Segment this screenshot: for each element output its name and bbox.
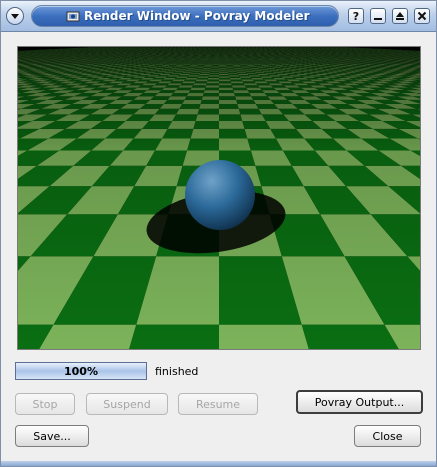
window-menu-button[interactable] — [6, 7, 24, 25]
render-window: Render Window - Povray Modeler ? 100% fi… — [0, 0, 437, 467]
help-label: ? — [352, 9, 360, 23]
rendered-scene — [18, 47, 420, 349]
help-button[interactable]: ? — [348, 8, 364, 24]
maximize-icon — [396, 12, 404, 20]
maximize-button[interactable] — [392, 8, 408, 24]
title-bar[interactable]: Render Window - Povray Modeler ? — [1, 1, 436, 32]
close-window-button[interactable] — [414, 8, 430, 24]
chevron-down-icon — [11, 14, 19, 19]
rendered-image — [17, 46, 421, 350]
minimize-icon — [374, 18, 382, 20]
close-icon — [417, 11, 427, 21]
minimize-button[interactable] — [370, 8, 386, 24]
app-icon — [66, 11, 80, 22]
title-pill: Render Window - Povray Modeler — [31, 5, 339, 27]
window-title: Render Window - Povray Modeler — [84, 9, 310, 23]
